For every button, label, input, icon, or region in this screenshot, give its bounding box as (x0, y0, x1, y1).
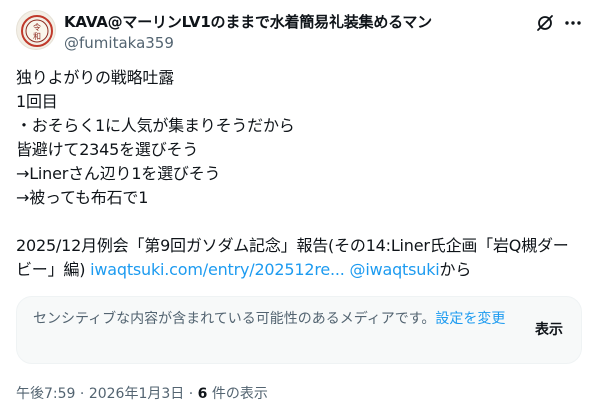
tweet-line-6: →被っても布石で1 (16, 188, 149, 207)
views-count: 6 (197, 386, 208, 402)
tweet-line-1: 独りよがりの戦略吐露 (16, 68, 175, 87)
mention-link[interactable]: @iwaqtsuki (350, 260, 440, 279)
views-label: 件の表示 (211, 386, 268, 402)
avatar-text-2: 和 (33, 32, 41, 41)
tweet-line-3: ・おそらく1に人気が集まりそうだから (16, 116, 295, 135)
sensitive-message-text: センシティブな内容が含まれている可能性のあるメディアです。 (33, 311, 436, 327)
share-line-1: 2025/12月例会「第9回ガソダム記念」報告(その14:Liner氏企画「岩Q… (16, 236, 569, 255)
more-icon[interactable] (563, 13, 583, 33)
show-button[interactable]: 表示 (535, 319, 563, 339)
avatar[interactable]: 令 和 (16, 10, 56, 50)
author-name[interactable]: KAVA@マーリンLV1のままで水着簡易礼装集めるマン (64, 11, 432, 32)
avatar-text-1: 令 (33, 22, 41, 32)
meta-separator-2: · (188, 386, 194, 402)
share-line-2: ビー」編) iwaqtsuki.com/entry/202512re... @i… (16, 258, 576, 282)
change-settings-link[interactable]: 設定を変更 (435, 311, 505, 327)
meta-separator: · (79, 386, 85, 402)
tweet-line-4: 皆避けて2345を選びそう (16, 140, 199, 159)
sensitive-message: センシティブな内容が含まれている可能性のあるメディアです。設定を変更 (33, 308, 513, 330)
tweet-line-5: →Linerさん辺り1を選びそう (16, 164, 221, 183)
tweet-text: 独りよがりの戦略吐露 1回目 ・おそらく1に人気が集まりそうだから 皆避けて23… (16, 66, 576, 282)
author-handle[interactable]: @fumitaka359 (64, 34, 174, 52)
tweet-date[interactable]: 2026年1月3日 (89, 386, 184, 402)
tweet-meta: 午後7:59 · 2026年1月3日 · 6 件の表示 (16, 383, 268, 403)
share-line-2-prefix: ビー」編) (16, 260, 91, 279)
tweet-time[interactable]: 午後7:59 (16, 386, 75, 402)
share-suffix: から (439, 260, 472, 279)
sensitive-media-notice: センシティブな内容が含まれている可能性のあるメディアです。設定を変更 表示 (16, 296, 582, 364)
share-url-link[interactable]: iwaqtsuki.com/entry/202512re... (90, 260, 345, 279)
tweet-line-2: 1回目 (16, 92, 58, 111)
avatar-image: 令 和 (21, 15, 53, 47)
grok-icon[interactable] (535, 13, 555, 33)
